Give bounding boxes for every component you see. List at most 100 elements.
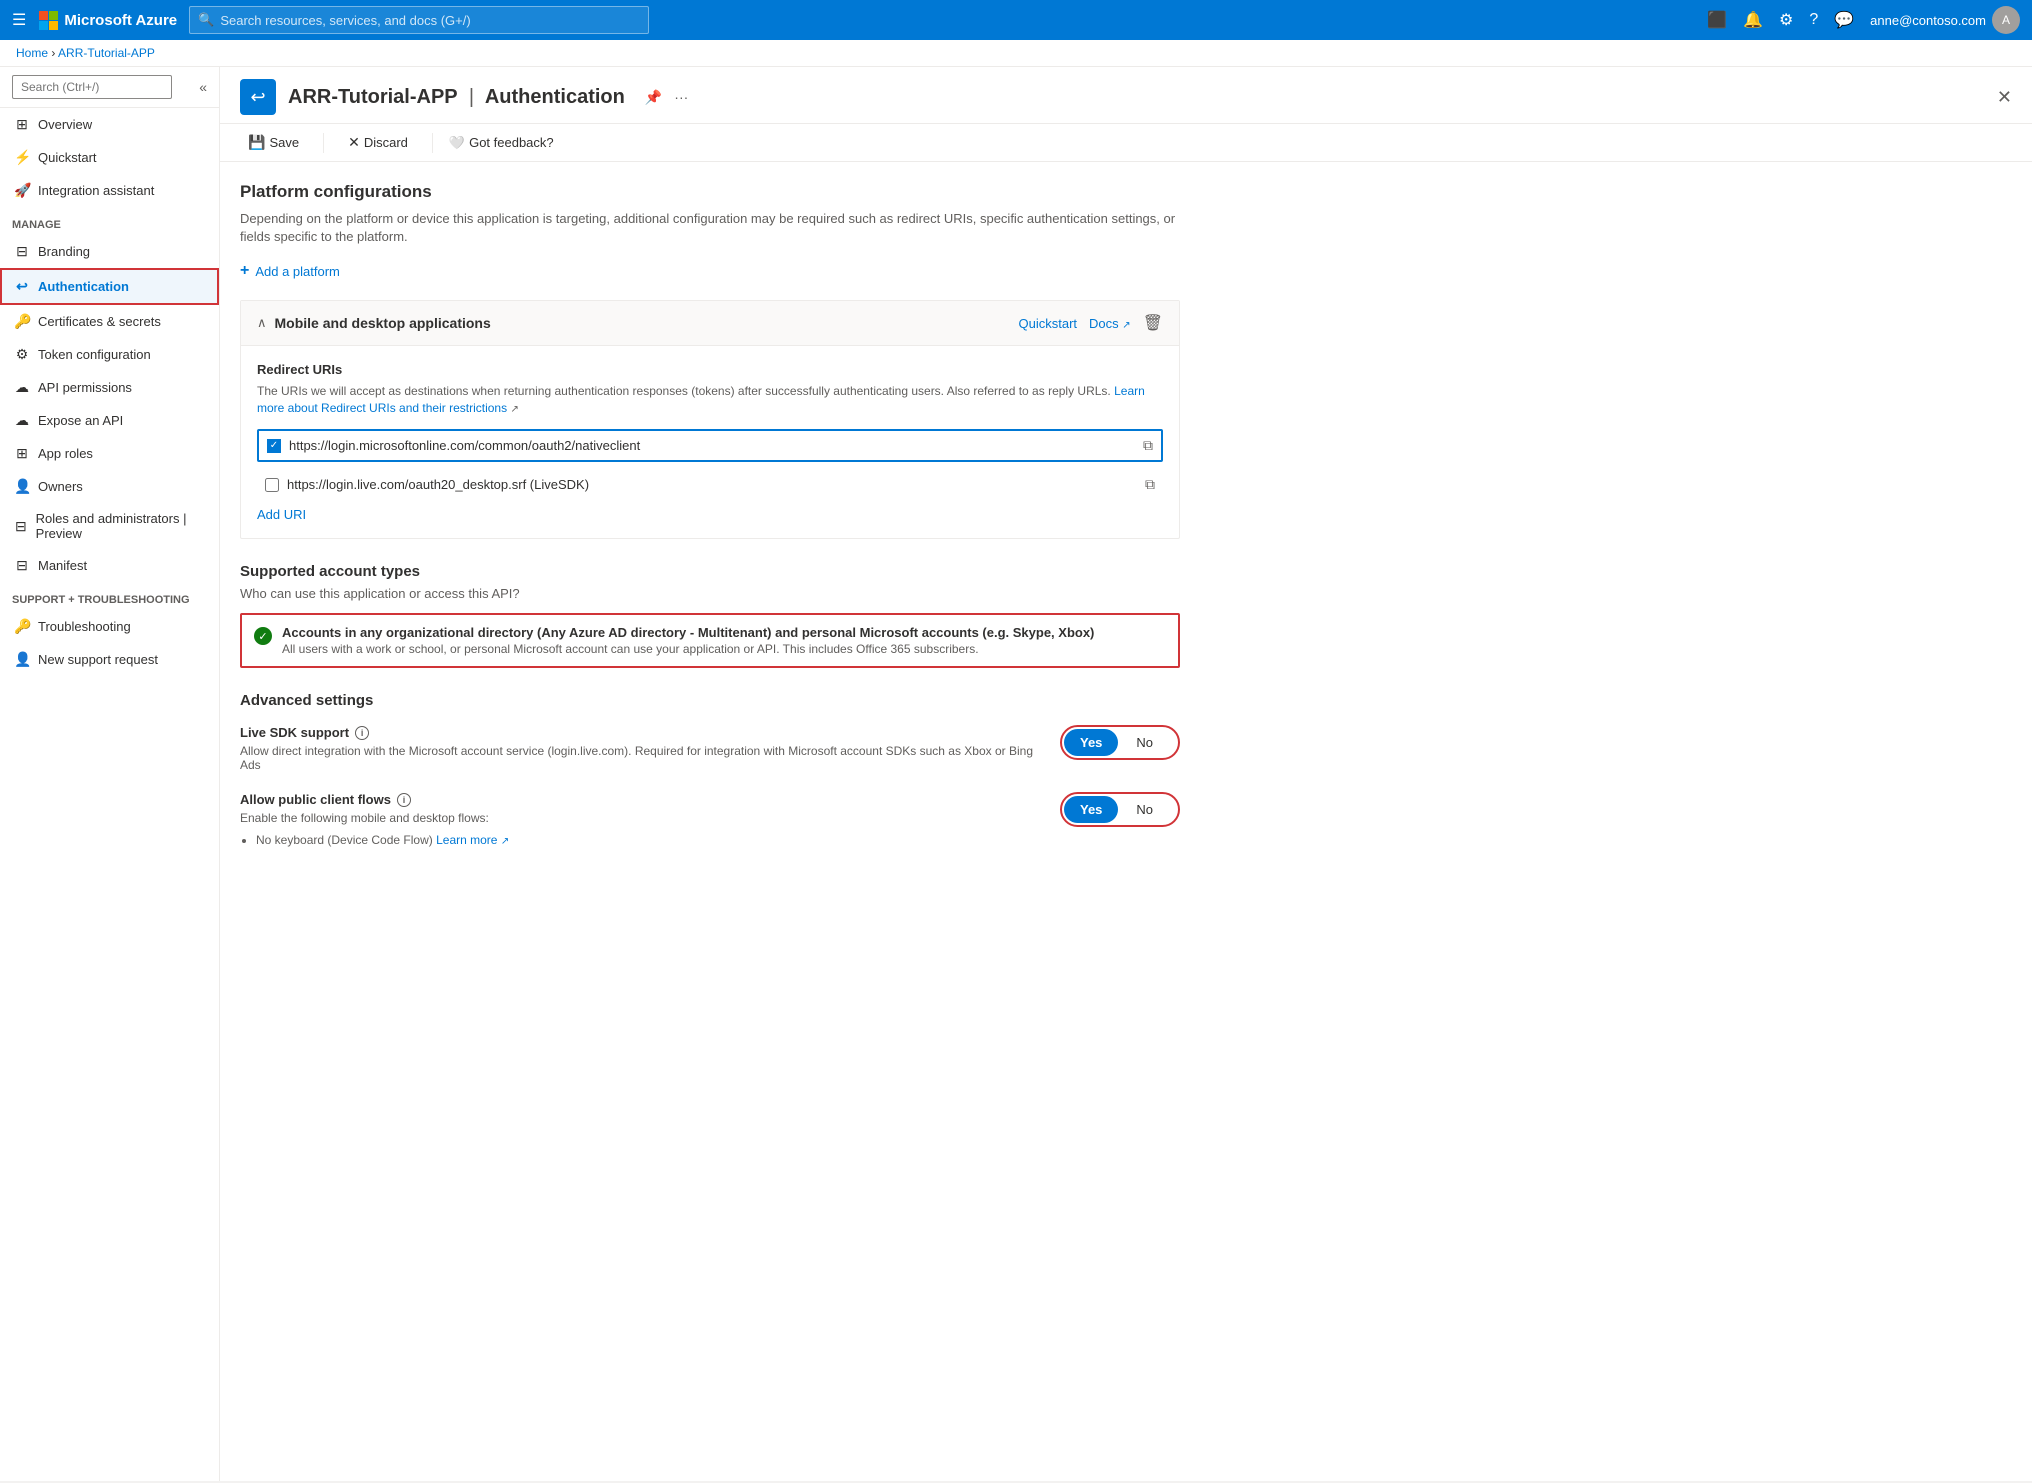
public-client-bullet-1: No keyboard (Device Code Flow) Learn mor… <box>256 833 1044 847</box>
uri-text-1: https://login.microsoftonline.com/common… <box>289 438 1135 453</box>
sidebar-item-approles[interactable]: ⊞ App roles <box>0 437 219 470</box>
token-icon: ⚙ <box>14 346 30 363</box>
overview-icon: ⊞ <box>14 116 30 133</box>
public-client-yes[interactable]: Yes <box>1064 796 1118 823</box>
public-client-toggle-wrapper: Yes No <box>1060 792 1180 827</box>
sidebar-item-integration[interactable]: 🚀 Integration assistant <box>0 174 219 207</box>
sidebar-item-api[interactable]: ☁ API permissions <box>0 371 219 404</box>
save-button[interactable]: 💾 Save <box>240 130 307 155</box>
sidebar-item-certs[interactable]: 🔑 Certificates & secrets <box>0 305 219 338</box>
user-email: anne@contoso.com <box>1870 13 1986 28</box>
support-section-label: Support + Troubleshooting <box>0 582 219 610</box>
page-title: ARR-Tutorial-APP | Authentication <box>288 86 625 109</box>
collapse-icon[interactable]: ∧ <box>257 315 267 331</box>
sidebar-collapse-icon[interactable]: « <box>199 79 207 95</box>
breadcrumb-app[interactable]: ARR-Tutorial-APP <box>58 46 155 60</box>
live-sdk-no[interactable]: No <box>1120 729 1169 756</box>
live-sdk-toggle-wrapper: Yes No <box>1060 725 1180 760</box>
sidebar-item-branding[interactable]: ⊟ Branding <box>0 235 219 268</box>
breadcrumb-home[interactable]: Home <box>16 46 48 60</box>
external-link-icon-2: ↗ <box>510 404 518 415</box>
check-green-icon: ✓ <box>254 627 272 645</box>
sidebar-item-authentication[interactable]: ↩ Authentication <box>0 268 219 305</box>
add-uri-button[interactable]: Add URI <box>257 507 1163 522</box>
owners-icon: 👤 <box>14 478 30 495</box>
topbar-icons: ⬛ 🔔 ⚙ ? 💬 anne@contoso.com A <box>1707 6 2020 34</box>
public-client-bullets: No keyboard (Device Code Flow) Learn mor… <box>240 833 1044 847</box>
sidebar-item-roles[interactable]: ⊟ Roles and administrators | Preview <box>0 503 219 549</box>
branding-icon: ⊟ <box>14 243 30 260</box>
notifications-icon[interactable]: 🔔 <box>1743 10 1763 30</box>
account-option-selected[interactable]: ✓ Accounts in any organizational directo… <box>240 613 1180 668</box>
uri-text-2: https://login.live.com/oauth20_desktop.s… <box>287 477 1137 492</box>
plus-icon: + <box>240 262 249 280</box>
copy-icon-2[interactable]: ⧉ <box>1145 476 1155 493</box>
feedback-icon[interactable]: 💬 <box>1834 10 1854 30</box>
public-client-label: Allow public client flows <box>240 792 391 807</box>
add-platform-button[interactable]: + Add a platform <box>240 262 1180 280</box>
live-sdk-yes[interactable]: Yes <box>1064 729 1118 756</box>
search-input[interactable] <box>220 13 640 28</box>
live-sdk-toggle[interactable]: Yes No <box>1060 725 1180 760</box>
uri-checkbox-1[interactable]: ✓ <box>267 439 281 453</box>
uri-checkbox-2[interactable] <box>265 478 279 492</box>
sidebar-item-quickstart[interactable]: ⚡ Quickstart <box>0 141 219 174</box>
public-client-content: Allow public client flows i Enable the f… <box>240 792 1044 851</box>
authentication-icon: ↩ <box>14 278 30 295</box>
external-link-icon-3: ↗ <box>501 836 509 847</box>
user-menu[interactable]: anne@contoso.com A <box>1870 6 2020 34</box>
sidebar-item-label: Quickstart <box>38 150 97 165</box>
quickstart-link[interactable]: Quickstart <box>1019 316 1078 331</box>
hamburger-icon[interactable]: ☰ <box>12 10 26 30</box>
pin-icon[interactable]: 📌 <box>645 89 662 106</box>
sidebar-item-label: API permissions <box>38 380 132 395</box>
cloud-shell-icon[interactable]: ⬛ <box>1707 10 1727 30</box>
account-option-desc: All users with a work or school, or pers… <box>282 642 1166 656</box>
live-sdk-content: Live SDK support i Allow direct integrat… <box>240 725 1044 772</box>
uri-row-2: https://login.live.com/oauth20_desktop.s… <box>257 470 1163 499</box>
topbar: ☰ Microsoft Azure 🔍 ⬛ 🔔 ⚙ ? 💬 anne@conto… <box>0 0 2032 40</box>
sidebar-item-overview[interactable]: ⊞ Overview <box>0 108 219 141</box>
roles-icon: ⊟ <box>14 518 28 535</box>
platform-card-body: Redirect URIs The URIs we will accept as… <box>241 346 1179 538</box>
main-container: « ⊞ Overview ⚡ Quickstart 🚀 Integration … <box>0 67 2032 1481</box>
platform-configs-desc: Depending on the platform or device this… <box>240 210 1180 246</box>
quickstart-icon: ⚡ <box>14 149 30 166</box>
advanced-settings-title: Advanced settings <box>240 692 1180 709</box>
breadcrumb: Home › ARR-Tutorial-APP <box>0 40 2032 67</box>
settings-icon[interactable]: ⚙ <box>1779 10 1793 30</box>
sidebar-item-owners[interactable]: 👤 Owners <box>0 470 219 503</box>
platform-card-header: ∧ Mobile and desktop applications Quicks… <box>241 301 1179 346</box>
sidebar-item-troubleshooting[interactable]: 🔑 Troubleshooting <box>0 610 219 643</box>
sidebar-item-label: Manifest <box>38 558 87 573</box>
sidebar-item-label: Authentication <box>38 279 129 294</box>
docs-link[interactable]: Docs ↗ <box>1089 316 1131 331</box>
sidebar-item-label: Token configuration <box>38 347 151 362</box>
public-client-toggle[interactable]: Yes No <box>1060 792 1180 827</box>
heart-icon: 🤍 <box>449 135 465 151</box>
close-button[interactable]: ✕ <box>1997 87 2012 108</box>
redirect-uris-title: Redirect URIs <box>257 362 1163 377</box>
sidebar-item-manifest[interactable]: ⊟ Manifest <box>0 549 219 582</box>
support-icon: 👤 <box>14 651 30 668</box>
discard-button[interactable]: ✕ Discard <box>340 130 416 155</box>
copy-icon-1[interactable]: ⧉ <box>1143 437 1153 454</box>
sidebar-item-expose[interactable]: ☁ Expose an API <box>0 404 219 437</box>
delete-icon[interactable]: 🗑 <box>1143 313 1163 333</box>
app-name: Microsoft Azure <box>64 12 177 29</box>
sidebar-item-label: Branding <box>38 244 90 259</box>
sidebar-item-label: Expose an API <box>38 413 123 428</box>
search-bar[interactable]: 🔍 <box>189 6 649 34</box>
more-icon[interactable]: ··· <box>674 89 688 106</box>
sidebar-search-input[interactable] <box>12 75 172 99</box>
sidebar-item-support[interactable]: 👤 New support request <box>0 643 219 676</box>
learn-more-link[interactable]: Learn more ↗ <box>436 833 509 847</box>
public-client-no[interactable]: No <box>1120 796 1169 823</box>
sidebar-item-token[interactable]: ⚙ Token configuration <box>0 338 219 371</box>
toolbar-divider <box>323 133 324 153</box>
feedback-button[interactable]: 🤍 Got feedback? <box>449 135 554 151</box>
expose-icon: ☁ <box>14 412 30 429</box>
page-header-icons: 📌 ··· <box>645 89 688 106</box>
help-icon[interactable]: ? <box>1809 11 1818 29</box>
certs-icon: 🔑 <box>14 313 30 330</box>
